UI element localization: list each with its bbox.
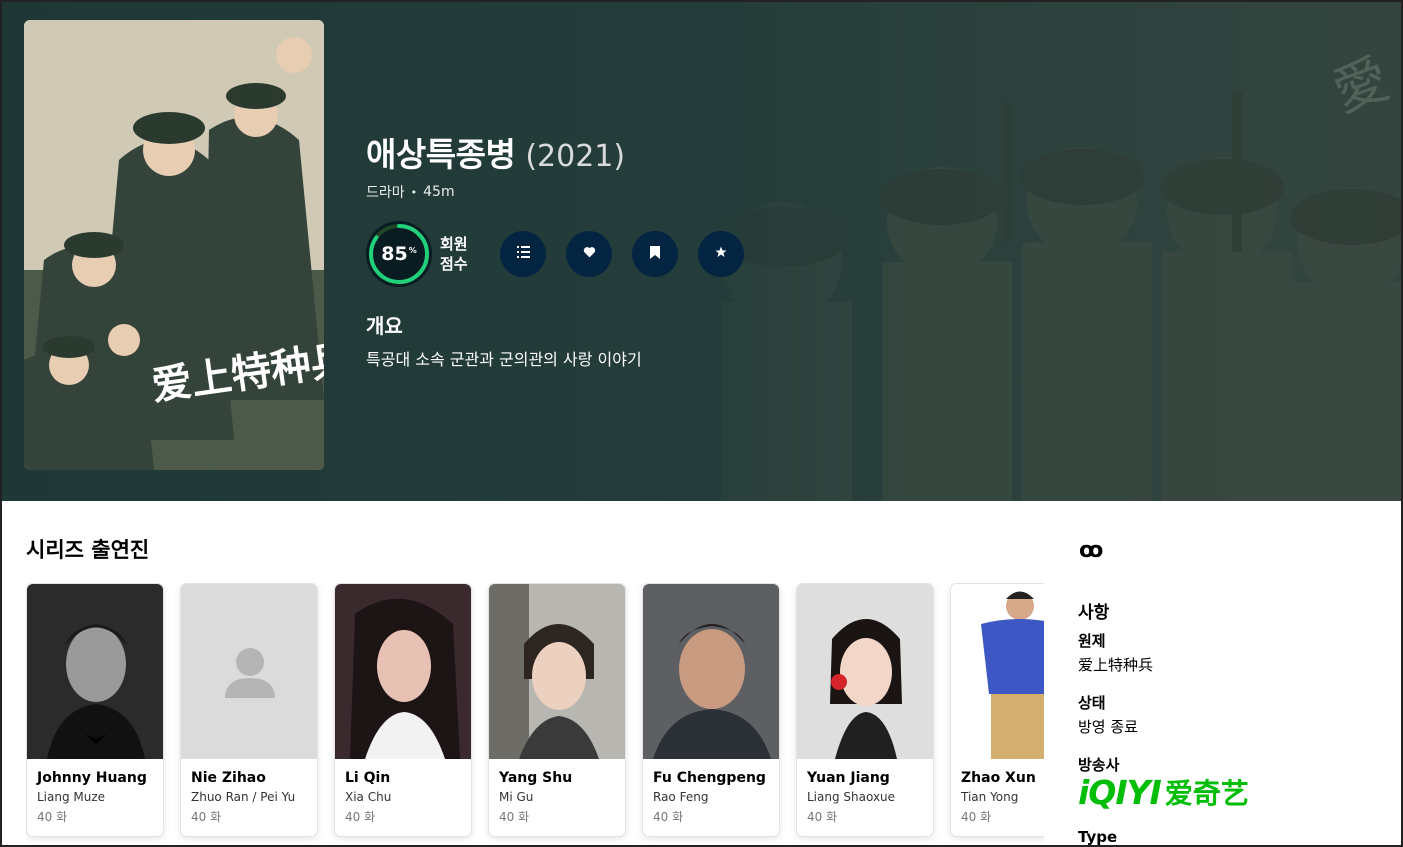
cast-scroller[interactable]: Johnny Huang Liang Muze 40 화 Nie Zihao Zhuo … [26, 583, 1044, 845]
rate-button[interactable] [698, 231, 744, 277]
cast-name[interactable]: Yuan Jiang [807, 770, 933, 786]
status-value: 방영 종료 [1078, 718, 1138, 736]
cast-name[interactable]: Zhao Xun [961, 770, 1044, 786]
star-icon [715, 246, 727, 262]
original-title-label: 원제 [1078, 632, 1106, 650]
cast-episode-count: 40 화 [961, 810, 992, 824]
score-value: 85 [381, 243, 408, 265]
cast-photo[interactable] [643, 584, 779, 759]
score-unit: % [408, 245, 417, 255]
cast-character: Zhuo Ran / Pei Yu [191, 790, 296, 804]
list-icon [516, 246, 530, 262]
page-frame: 愛 [0, 0, 1403, 847]
score-value-wrap: 85% [366, 221, 432, 287]
cast-episode-count: 40 화 [345, 810, 376, 824]
facts-heading: 사항 [1078, 603, 1110, 623]
release-year: (2021) [525, 139, 626, 174]
cast-card[interactable]: Johnny Huang Liang Muze 40 화 [26, 583, 164, 837]
runtime: 45m [423, 184, 455, 200]
cast-heading: 시리즈 출연진 [26, 538, 150, 562]
cast-episode-count: 40 화 [653, 810, 684, 824]
cast-photo[interactable] [797, 584, 933, 759]
cast-card[interactable]: Nie Zihao Zhuo Ran / Pei Yu 40 화 [180, 583, 318, 837]
add-to-list-button[interactable] [500, 231, 546, 277]
overview-heading: 개요 [366, 314, 403, 338]
score-label-line1: 회원 [440, 235, 468, 253]
poster-image[interactable]: 爱上特种兵 [24, 20, 324, 470]
network-logo[interactable]: iQIYI 爱奇艺 [1078, 772, 1249, 812]
cast-card[interactable]: Li Qin Xia Chu 40 화 [334, 583, 472, 837]
genre[interactable]: 드라마 [366, 182, 405, 202]
cast-name[interactable]: Yang Shu [499, 770, 625, 786]
hero-header: 愛 [2, 2, 1401, 501]
cast-card[interactable]: Yang Shu Mi Gu 40 화 [488, 583, 626, 837]
user-score-chart: 85% [366, 221, 432, 287]
favorite-button[interactable] [566, 231, 612, 277]
watchlist-button[interactable] [632, 231, 678, 277]
cast-episode-count: 40 화 [37, 810, 68, 824]
score-label: 회원 점수 [440, 234, 480, 274]
overview-text: 특공대 소속 군관과 군의관의 사랑 이야기 [366, 350, 642, 369]
type-label: Type [1078, 828, 1118, 846]
facts-separator: • [410, 185, 418, 199]
cast-photo[interactable] [335, 584, 471, 759]
cast-episode-count: 40 화 [191, 810, 222, 824]
actions-bar: 85% 회원 점수 [366, 221, 744, 287]
score-label-line2: 점수 [440, 255, 468, 273]
cast-name[interactable]: Nie Zihao [191, 770, 317, 786]
cast-name[interactable]: Fu Chengpeng [653, 770, 779, 786]
cast-character: Mi Gu [499, 790, 534, 804]
cast-character: Rao Feng [653, 790, 709, 804]
original-title-value: 爱上特种兵 [1078, 656, 1154, 674]
cast-card[interactable]: Yuan Jiang Liang Shaoxue 40 화 [796, 583, 934, 837]
placeholder-person-icon[interactable] [181, 584, 317, 759]
cast-character: Liang Shaoxue [807, 790, 896, 804]
cast-episode-count: 40 화 [499, 810, 530, 824]
cast-card[interactable]: Fu Chengpeng Rao Feng 40 화 [642, 583, 780, 837]
network-logo-cn: 爱奇艺 [1164, 777, 1249, 810]
network-logo-latin: iQIYI [1078, 772, 1162, 812]
cast-photo[interactable] [489, 584, 625, 759]
cast-episode-count: 40 화 [807, 810, 838, 824]
status-label: 상태 [1078, 694, 1106, 712]
cast-character: Xia Chu [345, 790, 392, 804]
cast-card[interactable]: Zhao Xun Tian Yong 40 화 [950, 583, 1044, 837]
cast-name[interactable]: Johnny Huang [37, 770, 163, 786]
heart-icon [583, 246, 596, 262]
facts-line: 드라마 • 45m [366, 182, 625, 202]
title-block: 애상특종병 (2021) 드라마 • 45m [366, 128, 625, 202]
link-icon[interactable]: ꝏ [1079, 538, 1103, 563]
show-title[interactable]: 애상특종병 [366, 128, 516, 176]
cast-photo[interactable] [27, 584, 163, 759]
cast-name[interactable]: Li Qin [345, 770, 471, 786]
cast-photo[interactable] [951, 584, 1044, 759]
cast-character: Tian Yong [961, 790, 1019, 804]
backdrop-image: 愛 [642, 2, 1401, 501]
original-title-section: 원제 爱上特种兵 [1078, 630, 1153, 675]
bookmark-icon [650, 245, 660, 263]
cast-list: Johnny Huang Liang Muze 40 화 Nie Zihao Zhuo … [26, 583, 1044, 837]
status-section: 상태 방영 종료 [1078, 692, 1138, 737]
cast-character: Liang Muze [37, 790, 106, 804]
